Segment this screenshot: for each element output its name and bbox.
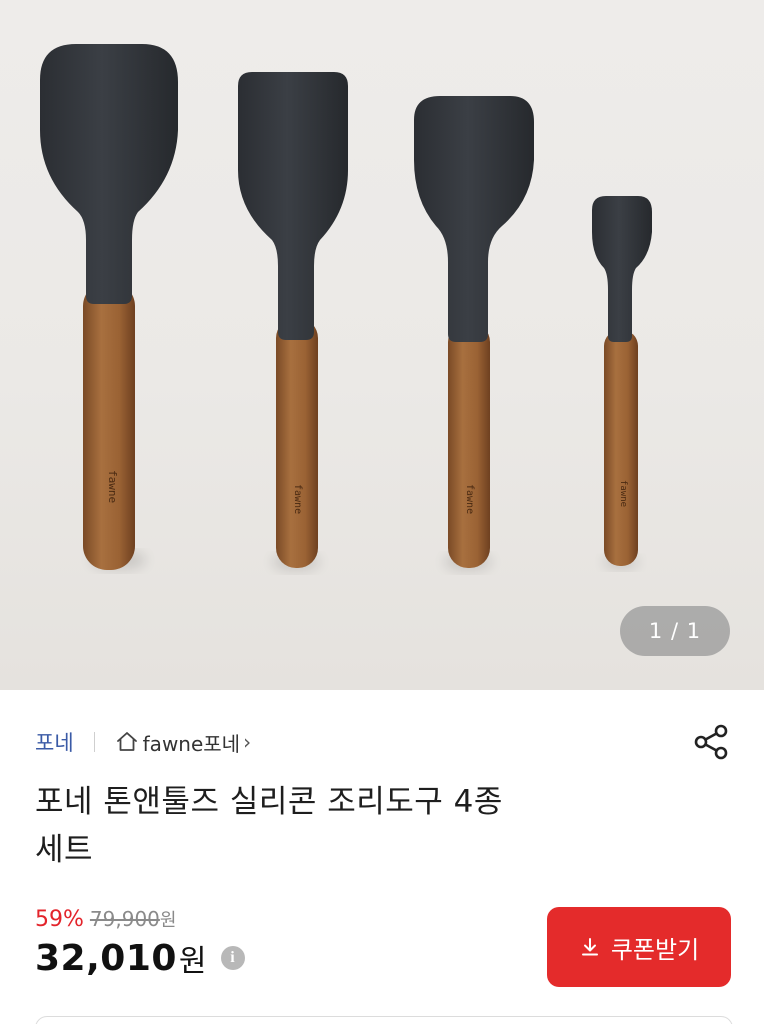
product-photo: fawne fawne fawne fawne (40, 44, 652, 571)
sale-price: 32,010 (35, 937, 177, 979)
store-name: fawne포네 (142, 731, 241, 756)
product-title-line-1: 포네 톤앤툴즈 실리콘 조리도구 4종 (35, 784, 503, 820)
svg-text:fawne: fawne (106, 470, 119, 503)
option-card[interactable] (35, 1016, 733, 1024)
small-spoon: fawne (592, 196, 652, 569)
download-icon (579, 936, 601, 958)
spatula: fawne (238, 72, 348, 571)
share-icon (692, 722, 732, 762)
svg-text:fawne: fawne (618, 480, 628, 507)
product-title: 포네 톤앤툴즈 실리콘 조리도구 4종 세트 (35, 778, 675, 874)
discount-rate: 59% (35, 907, 84, 932)
product-detail-page: fawne fawne fawne fawne 1 / 1 포네 fawne포네… (0, 0, 764, 1024)
image-counter: 1 / 1 (620, 606, 730, 656)
svg-text:fawne: fawne (292, 484, 303, 514)
discount-row: 59% 79,900 원 (35, 906, 245, 932)
original-price: 79,900 (89, 907, 160, 931)
coupon-download-button[interactable]: 쿠폰받기 (547, 907, 731, 987)
info-icon[interactable]: i (220, 946, 245, 970)
price-block: 59% 79,900 원 32,010 원 i (35, 906, 245, 980)
sale-price-row: 32,010 원 i (35, 936, 245, 980)
large-spoon: fawne (40, 44, 178, 570)
home-icon (115, 730, 139, 754)
brand-row: 포네 fawne포네 › (35, 722, 734, 762)
share-button[interactable] (690, 720, 734, 764)
product-image-carousel[interactable]: fawne fawne fawne fawne 1 / 1 (0, 0, 764, 690)
coupon-label: 쿠폰받기 (610, 935, 700, 964)
sale-price-unit: 원 (178, 944, 207, 979)
product-title-line-2: 세트 (35, 832, 94, 868)
brand-link[interactable]: 포네 (35, 727, 74, 757)
store-link[interactable]: fawne포네 › (115, 728, 251, 757)
svg-text:fawne: fawne (464, 484, 475, 514)
medium-spoon: fawne (414, 96, 534, 571)
chevron-right-icon: › (243, 730, 252, 754)
divider (93, 732, 95, 752)
original-price-unit: 원 (159, 910, 177, 931)
